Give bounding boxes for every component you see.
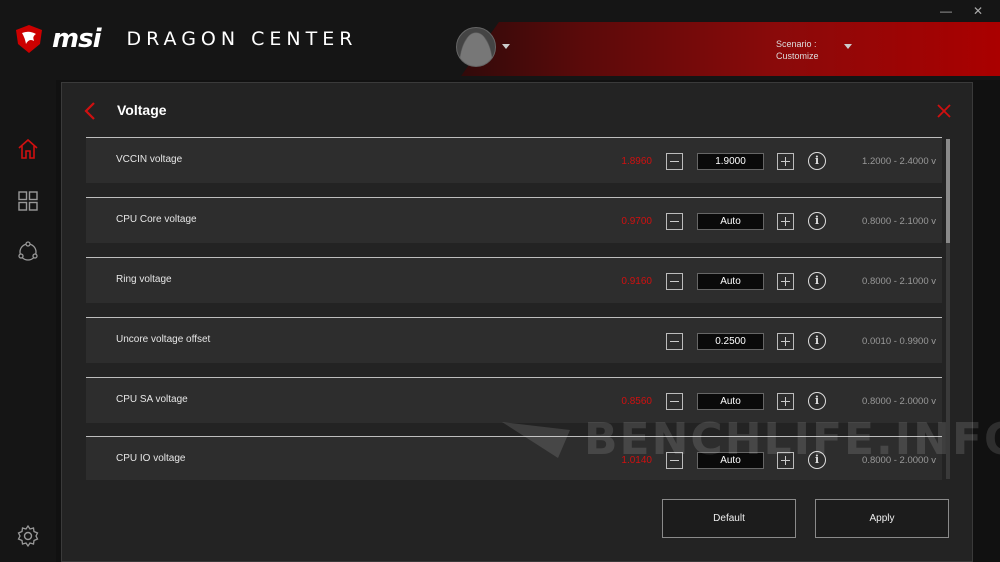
apply-button[interactable]: Apply — [815, 499, 949, 538]
avatar-chevron-down-icon[interactable] — [502, 44, 510, 49]
voltage-row-vccin: VCCIN voltage 1.8960 1.9000 i 1.2000 - 2… — [86, 137, 942, 183]
current-voltage: 0.8560 — [621, 396, 652, 407]
voltage-input[interactable]: Auto — [697, 452, 764, 469]
brand-name: msi — [52, 24, 101, 54]
back-arrow-icon[interactable] — [82, 101, 98, 121]
title-bar: msi DRAGON CENTER Scenario : Customize —… — [0, 0, 1000, 80]
current-voltage: 1.0140 — [621, 455, 652, 466]
voltage-row-cpu-sa: CPU SA voltage 0.8560 Auto i 0.8000 - 2.… — [86, 377, 942, 423]
voltage-row-cpu-core: CPU Core voltage 0.9700 Auto i 0.8000 - … — [86, 197, 942, 243]
voltage-range: 0.8000 - 2.0000 v — [862, 455, 936, 466]
minimize-button[interactable]: — — [936, 2, 956, 20]
voltage-input[interactable]: Auto — [697, 213, 764, 230]
home-icon[interactable] — [16, 137, 40, 161]
row-label: VCCIN voltage — [116, 154, 183, 165]
default-button[interactable]: Default — [662, 499, 796, 538]
increment-button[interactable] — [777, 273, 794, 290]
voltage-range: 0.8000 - 2.1000 v — [862, 276, 936, 287]
increment-button[interactable] — [777, 213, 794, 230]
scenario-chevron-down-icon[interactable] — [844, 44, 852, 49]
user-avatar[interactable] — [456, 27, 496, 67]
info-icon[interactable]: i — [808, 451, 826, 469]
info-icon[interactable]: i — [808, 272, 826, 290]
voltage-row-cpu-io: CPU IO voltage 1.0140 Auto i 0.8000 - 2.… — [86, 436, 942, 480]
info-icon[interactable]: i — [808, 212, 826, 230]
voltage-row-uncore-offset: Uncore voltage offset 0.2500 i 0.0010 - … — [86, 317, 942, 363]
scrollbar-thumb[interactable] — [946, 139, 950, 243]
row-label: Uncore voltage offset — [116, 334, 211, 345]
decrement-button[interactable] — [666, 452, 683, 469]
info-icon[interactable]: i — [808, 152, 826, 170]
voltage-range: 0.8000 - 2.0000 v — [862, 396, 936, 407]
grid-icon[interactable] — [16, 189, 40, 213]
voltage-range: 0.0010 - 0.9900 v — [862, 336, 936, 347]
app-title: DRAGON CENTER — [126, 28, 358, 50]
increment-button[interactable] — [777, 153, 794, 170]
voltage-range: 1.2000 - 2.4000 v — [862, 156, 936, 167]
voltage-input[interactable]: Auto — [697, 393, 764, 410]
row-label: CPU Core voltage — [116, 214, 197, 225]
dragon-shield-icon — [16, 25, 42, 53]
decrement-button[interactable] — [666, 273, 683, 290]
close-icon[interactable] — [936, 103, 952, 119]
scenario-selector[interactable]: Scenario : Customize — [776, 38, 819, 62]
current-voltage: 0.9700 — [621, 216, 652, 227]
row-label: CPU SA voltage — [116, 394, 188, 405]
current-voltage: 1.8960 — [621, 156, 652, 167]
decrement-button[interactable] — [666, 213, 683, 230]
window-close-button[interactable]: ✕ — [968, 2, 988, 20]
decrement-button[interactable] — [666, 393, 683, 410]
voltage-panel: Voltage VCCIN voltage 1.8960 1.9000 i 1.… — [61, 82, 973, 562]
info-icon[interactable]: i — [808, 332, 826, 350]
voltage-range: 0.8000 - 2.1000 v — [862, 216, 936, 227]
header-red-band — [440, 22, 1000, 76]
row-label: CPU IO voltage — [116, 453, 186, 464]
row-label: Ring voltage — [116, 274, 172, 285]
scenario-value: Customize — [776, 51, 819, 61]
increment-button[interactable] — [777, 333, 794, 350]
voltage-row-ring: Ring voltage 0.9160 Auto i 0.8000 - 2.10… — [86, 257, 942, 303]
current-voltage: 0.9160 — [621, 276, 652, 287]
sidebar — [0, 80, 56, 562]
gear-icon[interactable] — [16, 524, 40, 548]
voltage-input[interactable]: 1.9000 — [697, 153, 764, 170]
scrollbar[interactable] — [946, 139, 950, 479]
page-title: Voltage — [117, 102, 167, 118]
scenario-label: Scenario : — [776, 39, 817, 49]
voltage-input[interactable]: Auto — [697, 273, 764, 290]
decrement-button[interactable] — [666, 333, 683, 350]
msi-logo: msi DRAGON CENTER — [14, 24, 357, 54]
voltage-input[interactable]: 0.2500 — [697, 333, 764, 350]
info-icon[interactable]: i — [808, 392, 826, 410]
increment-button[interactable] — [777, 393, 794, 410]
increment-button[interactable] — [777, 452, 794, 469]
decrement-button[interactable] — [666, 153, 683, 170]
voltage-list: VCCIN voltage 1.8960 1.9000 i 1.2000 - 2… — [86, 137, 944, 480]
share-icon[interactable] — [16, 240, 40, 264]
